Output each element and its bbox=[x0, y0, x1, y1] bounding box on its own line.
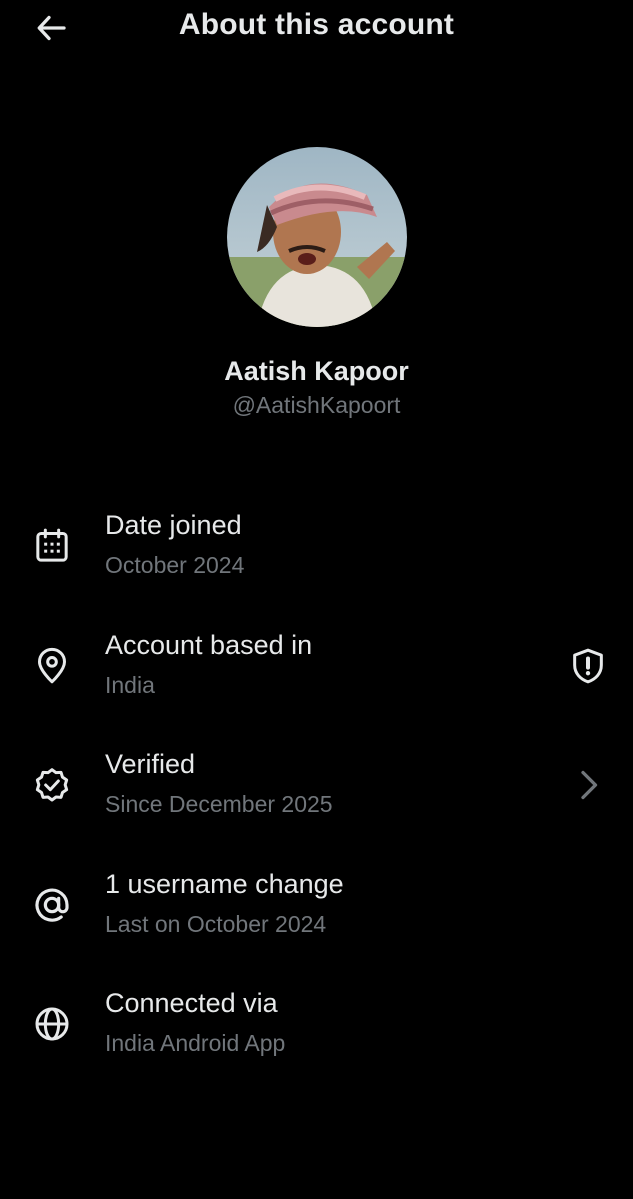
avatar[interactable] bbox=[227, 147, 407, 327]
verified-row[interactable]: Verified Since December 2025 bbox=[0, 739, 633, 859]
account-based-in-row: Account based in India bbox=[0, 620, 633, 740]
profile-name: Aatish Kapoor bbox=[224, 356, 409, 386]
account-info-list: Date joined October 2024 Account based i… bbox=[0, 500, 633, 1098]
shield-alert-button[interactable] bbox=[566, 644, 610, 688]
header: About this account bbox=[0, 0, 633, 56]
row-subtitle: Since December 2025 bbox=[105, 791, 333, 817]
row-title: 1 username change bbox=[105, 868, 344, 899]
profile-handle: @AatishKapoort bbox=[232, 392, 401, 418]
calendar-icon bbox=[30, 524, 74, 568]
location-pin-icon bbox=[30, 644, 74, 688]
globe-icon bbox=[30, 1002, 74, 1046]
row-title: Date joined bbox=[105, 510, 242, 540]
page-title: About this account bbox=[178, 8, 455, 41]
row-title: Verified bbox=[105, 749, 196, 779]
shield-alert-icon bbox=[573, 648, 603, 683]
date-joined-row: Date joined October 2024 bbox=[0, 500, 633, 620]
row-subtitle: October 2024 bbox=[105, 552, 245, 578]
connected-via-row: Connected via India Android App bbox=[0, 978, 633, 1098]
chevron-right-icon bbox=[566, 763, 610, 807]
row-subtitle: India Android App bbox=[105, 1030, 286, 1056]
avatar-image bbox=[227, 147, 407, 327]
row-title: Account based in bbox=[105, 629, 313, 660]
verified-badge-icon bbox=[30, 763, 74, 807]
at-sign-icon bbox=[30, 883, 74, 927]
row-subtitle: Last on October 2024 bbox=[105, 910, 327, 937]
row-title: Connected via bbox=[105, 988, 278, 1018]
username-change-row: 1 username change Last on October 2024 bbox=[0, 859, 633, 979]
row-subtitle: India bbox=[105, 671, 155, 698]
